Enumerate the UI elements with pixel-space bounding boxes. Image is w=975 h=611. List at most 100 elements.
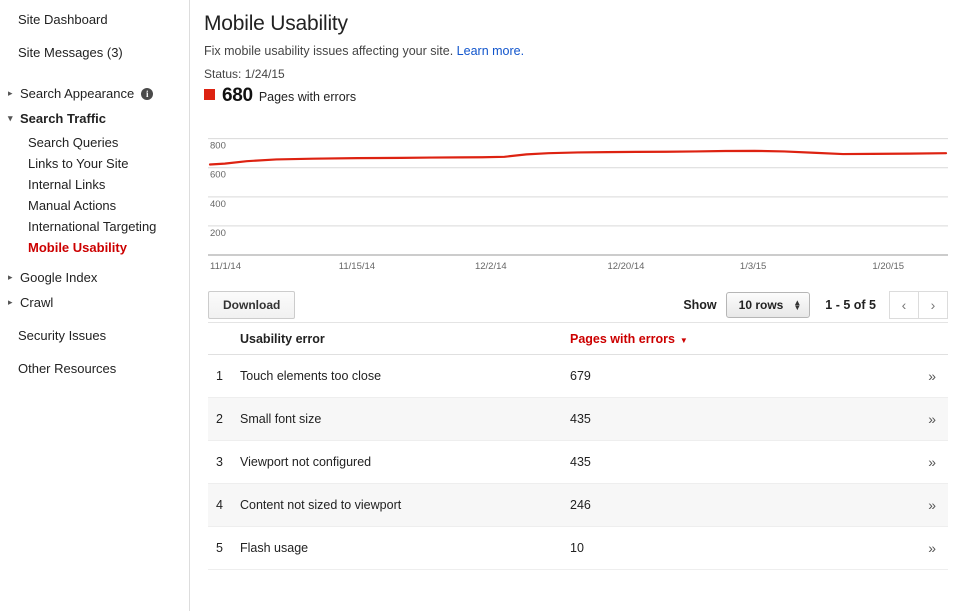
- main-content: Mobile Usability Fix mobile usability is…: [190, 0, 975, 611]
- sidebar-group-crawl[interactable]: Crawl: [0, 291, 189, 314]
- page-root: Site Dashboard Site Messages (3) Search …: [0, 0, 975, 611]
- row-details-cell: »: [870, 454, 948, 470]
- double-chevron-right-icon[interactable]: »: [928, 454, 936, 470]
- chart-x-tick-label: 12/2/14: [475, 261, 507, 272]
- table-row[interactable]: 1 Touch elements too close 679 »: [208, 355, 948, 398]
- row-usability-error: Touch elements too close: [240, 369, 382, 383]
- row-usability-error: Viewport not configured: [240, 455, 372, 469]
- chart-x-tick-label: 1/20/15: [872, 261, 904, 272]
- table-row[interactable]: 5 Flash usage 10 »: [208, 527, 948, 570]
- double-chevron-right-icon[interactable]: »: [928, 497, 936, 513]
- info-icon[interactable]: i: [141, 87, 154, 100]
- subtitle-text: Fix mobile usability issues affecting yo…: [204, 44, 454, 58]
- page-title: Mobile Usability: [204, 12, 348, 35]
- row-index: 2: [216, 412, 223, 426]
- sidebar-item-label: Mobile Usability: [28, 240, 127, 255]
- table-row[interactable]: 4 Content not sized to viewport 246 »: [208, 484, 948, 527]
- sidebar-item-international-targeting[interactable]: International Targeting: [0, 216, 189, 237]
- sort-descending-icon: ▼: [679, 335, 688, 345]
- rows-per-page-value: 10 rows: [738, 298, 784, 312]
- table-body: 1 Touch elements too close 679 » 2 Small font…: [208, 355, 948, 570]
- row-usability-error: Small font size: [240, 412, 322, 426]
- chevron-down-icon: [8, 114, 18, 123]
- sidebar-group-google-index[interactable]: Google Index: [0, 266, 189, 289]
- chart-y-tick-label: 400: [210, 199, 226, 210]
- previous-page-button[interactable]: ‹: [889, 291, 919, 319]
- row-usability-error: Flash usage: [240, 541, 309, 555]
- row-usability-error: Content not sized to viewport: [240, 498, 402, 512]
- row-details-cell: »: [870, 540, 948, 556]
- sidebar-group-label: Search Traffic: [20, 111, 106, 126]
- chevron-right-icon: [8, 273, 18, 282]
- table-row[interactable]: 3 Viewport not configured 435 »: [208, 441, 948, 484]
- sidebar-item-other-resources[interactable]: Other Resources: [0, 357, 189, 380]
- chart-series-line: [208, 149, 948, 166]
- sidebar-item-mobile-usability[interactable]: Mobile Usability: [0, 237, 189, 258]
- row-pages-with-errors: 435: [570, 412, 591, 426]
- double-chevron-right-icon[interactable]: »: [928, 540, 936, 556]
- chart-y-tick-labels: 200 400 600 800: [210, 141, 226, 239]
- sidebar-item-label: Site Dashboard: [18, 12, 108, 27]
- download-button[interactable]: Download: [208, 291, 296, 319]
- column-header-label: Pages with errors: [570, 331, 675, 346]
- row-index: 5: [216, 541, 223, 555]
- table-header-row: Usability error Pages with errors ▼: [208, 323, 948, 355]
- row-pages-with-errors: 10: [570, 541, 584, 555]
- chart-x-tick-label: 12/20/14: [607, 261, 644, 272]
- chevron-right-icon: [8, 298, 18, 307]
- chart-x-tick-label: 11/1/14: [210, 261, 241, 272]
- legend-count: 680: [222, 85, 253, 106]
- sidebar-item-label: Site Messages (3): [18, 45, 123, 60]
- chart-svg: 200 400 600 800 11/1/14 11/15/14 12/2/14 12/20…: [208, 138, 948, 272]
- sidebar-item-label: Other Resources: [18, 361, 117, 376]
- double-chevron-right-icon[interactable]: »: [928, 411, 936, 427]
- row-pages-with-errors: 435: [570, 455, 591, 469]
- sidebar-item-site-dashboard[interactable]: Site Dashboard: [0, 8, 189, 31]
- page-subtitle: Fix mobile usability issues affecting yo…: [204, 44, 957, 58]
- table-row[interactable]: 2 Small font size 435 »: [208, 398, 948, 441]
- sidebar-group-label: Search Appearance: [20, 86, 135, 101]
- column-header-usability-error[interactable]: Usability error: [240, 332, 570, 346]
- double-chevron-right-icon[interactable]: »: [928, 368, 936, 384]
- errors-over-time-chart: 200 400 600 800 11/1/14 11/15/14 12/2/14 12/20…: [208, 119, 948, 274]
- sidebar: Site Dashboard Site Messages (3) Search …: [0, 0, 190, 611]
- pagination-controls: Show 10 rows ▲ ▼ 1 - 5 of 5 ‹ ›: [683, 291, 948, 319]
- pagination-range: 1 - 5 of 5: [825, 298, 876, 312]
- updown-arrows-icon: ▲ ▼: [793, 298, 802, 312]
- sidebar-group-search-appearance[interactable]: Search Appearance i: [0, 82, 189, 105]
- rows-per-page-select[interactable]: 10 rows ▲ ▼: [725, 292, 811, 318]
- chart-x-tick-label: 1/3/15: [740, 261, 766, 272]
- sidebar-item-search-queries[interactable]: Search Queries: [0, 132, 189, 153]
- chart-y-tick-label: 600: [210, 170, 226, 181]
- sidebar-item-links-to-your-site[interactable]: Links to Your Site: [0, 153, 189, 174]
- sidebar-group-search-traffic[interactable]: Search Traffic: [0, 107, 189, 130]
- pagination-buttons: ‹ ›: [889, 291, 948, 319]
- row-pages-with-errors: 246: [570, 498, 591, 512]
- next-page-button[interactable]: ›: [919, 291, 948, 319]
- usability-errors-table: Usability error Pages with errors ▼ 1 Touc…: [208, 322, 948, 570]
- sidebar-item-label: International Targeting: [28, 219, 157, 234]
- status-text: Status: 1/24/15: [204, 67, 285, 81]
- sidebar-item-label: Links to Your Site: [28, 156, 129, 171]
- sidebar-item-security-issues[interactable]: Security Issues: [0, 324, 189, 347]
- sidebar-item-manual-actions[interactable]: Manual Actions: [0, 195, 189, 216]
- sidebar-item-label: Manual Actions: [28, 198, 117, 213]
- chart-legend: 680 Pages with errors: [204, 85, 957, 107]
- sidebar-item-internal-links[interactable]: Internal Links: [0, 174, 189, 195]
- legend-color-swatch: [204, 89, 215, 100]
- sidebar-item-label: Search Queries: [28, 135, 119, 150]
- sidebar-item-site-messages[interactable]: Site Messages (3): [0, 41, 189, 64]
- chart-y-tick-label: 200: [210, 228, 226, 239]
- learn-more-link[interactable]: Learn more.: [457, 44, 524, 58]
- chart-x-tick-label: 11/15/14: [339, 261, 375, 272]
- sidebar-item-label: Internal Links: [28, 177, 106, 192]
- sidebar-item-label: Security Issues: [18, 328, 107, 343]
- chevron-right-icon: [8, 89, 18, 98]
- row-pages-with-errors: 679: [570, 369, 591, 383]
- sidebar-group-label: Crawl: [20, 295, 54, 310]
- column-header-pages-with-errors[interactable]: Pages with errors ▼: [570, 332, 870, 346]
- chart-x-tick-labels: 11/1/14 11/15/14 12/2/14 12/20/14 1/3/15 1/20…: [210, 261, 904, 272]
